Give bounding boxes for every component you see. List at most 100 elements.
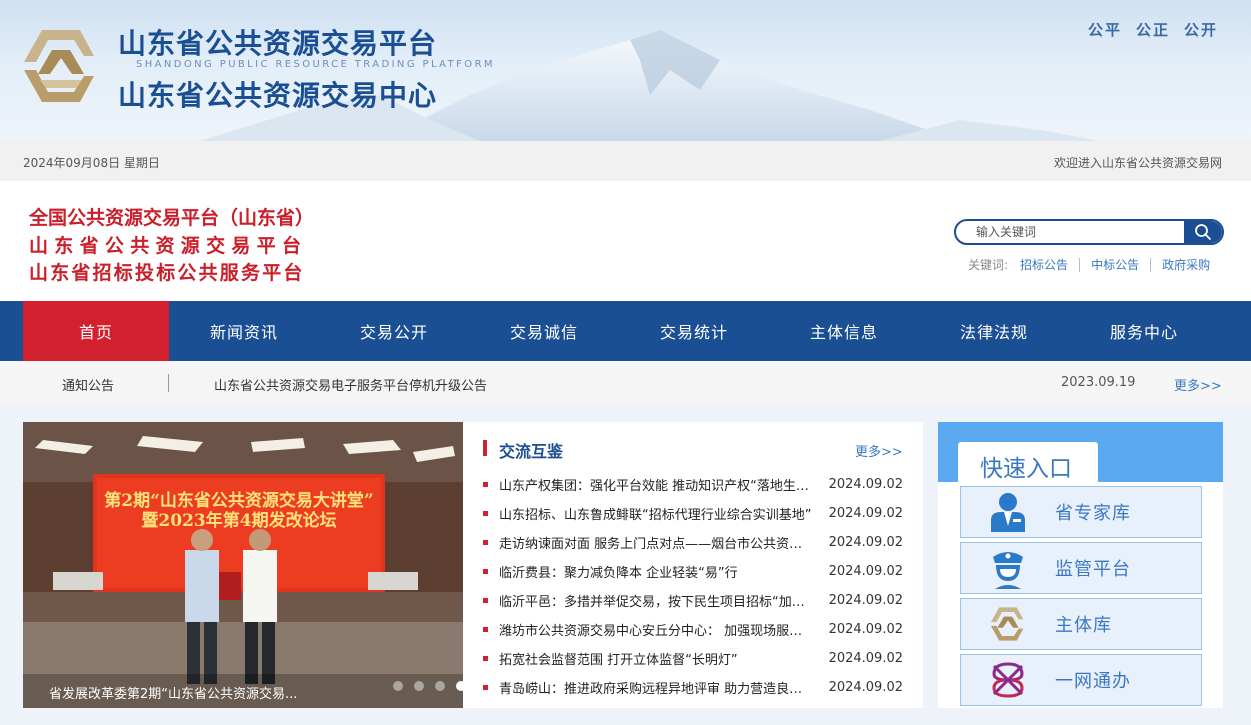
bullet-icon <box>483 685 488 690</box>
date-bar: 2024年09月08日 星期日 欢迎进入山东省公共资源交易网 <box>0 141 1251 181</box>
photo-slider[interactable]: 第2期“山东省公共资源交易大讲堂” 暨2023年第4期发改论坛 省发展改革委第2… <box>23 422 463 708</box>
quick-supervision-label: 监管平台 <box>1055 559 1131 580</box>
quick-entity-db-label: 主体库 <box>1055 615 1112 636</box>
slide-banner-title: 第2期“山东省公共资源交易大讲堂” <box>104 490 373 511</box>
search-button[interactable] <box>1184 221 1222 243</box>
nav-trade-public[interactable]: 交易公开 <box>319 301 469 361</box>
nav-service-center[interactable]: 服务中心 <box>1069 301 1219 361</box>
bullet-icon <box>483 598 488 603</box>
motto: 公平 公正 公开 <box>1088 19 1218 40</box>
search-icon <box>1195 224 1211 240</box>
quick-entry-title: 快速入口 <box>980 456 1072 482</box>
nav-trade-credit[interactable]: 交易诚信 <box>469 301 619 361</box>
news-item-date: 2024.09.02 <box>828 564 903 579</box>
bullet-icon <box>483 511 488 516</box>
bullet-icon <box>483 627 488 632</box>
nav-home[interactable]: 首页 <box>23 301 169 361</box>
quick-one-network-label: 一网通办 <box>1055 671 1131 692</box>
current-date: 2024年09月08日 星期日 <box>23 156 160 170</box>
list-item[interactable]: 青岛崂山：推进政府采购远程异地评审 助力营造良好环境 2024.09.02 <box>483 673 903 702</box>
keyword-award-notice[interactable]: 中标公告 <box>1080 257 1152 272</box>
one-network-icon <box>992 662 1024 698</box>
list-item[interactable]: 山东产权集团：强化平台效能 推动知识产权“落地生根” 2024.09.02 <box>483 470 903 499</box>
platform-header: 全国公共资源交易平台（山东省） 山东省公共资源交易平台 山东省招标投标公共服务平… <box>0 181 1251 301</box>
slider-dot-4-active[interactable] <box>456 681 463 691</box>
platform-names: 全国公共资源交易平台（山东省） 山东省公共资源交易平台 山东省招标投标公共服务平… <box>29 205 314 288</box>
news-item-title[interactable]: 山东招标、山东鲁成鲱联“招标代理行业综合实训基地” <box>499 504 812 523</box>
notice-label: 通知公告 <box>62 379 115 394</box>
list-item[interactable]: 走访纳谏面对面 服务上门点对点——烟台市公共资源交易中心 2024.09.02 <box>483 528 903 557</box>
platform-bidding-link[interactable]: 山东省招标投标公共服务平台 <box>29 260 314 288</box>
motto-open: 公开 <box>1183 21 1218 39</box>
nav-news[interactable]: 新闻资讯 <box>169 301 319 361</box>
keywords-label: 关键词: <box>968 258 1009 272</box>
slider-dot-3[interactable] <box>435 681 445 691</box>
bullet-icon <box>483 540 488 545</box>
news-item-title[interactable]: 山东产权集团：强化平台效能 推动知识产权“落地生根” <box>499 475 812 494</box>
bullet-icon <box>483 482 488 487</box>
slider-dot-2[interactable] <box>414 681 424 691</box>
list-item[interactable]: 临沂平邑：多措并举促交易，按下民生项目招标“加速键” 2024.09.02 <box>483 586 903 615</box>
quick-entry-panel: 快速入口 省专家库 监管平台 主体库 一网通办 <box>938 422 1223 708</box>
news-item-title[interactable]: 走访纳谏面对面 服务上门点对点——烟台市公共资源交易中心 <box>499 533 812 552</box>
keyword-gov-procurement[interactable]: 政府采购 <box>1151 258 1221 272</box>
list-item[interactable]: 潍坊市公共资源交易中心安丘分中心： 加强现场服务管理 2024.09.02 <box>483 615 903 644</box>
news-item-title[interactable]: 临沂平邑：多措并举促交易，按下民生项目招标“加速键” <box>499 591 812 610</box>
bullet-icon <box>483 656 488 661</box>
news-item-date: 2024.09.02 <box>828 506 903 521</box>
search-input[interactable] <box>956 221 1186 243</box>
news-item-date: 2024.09.02 <box>828 680 903 695</box>
motto-fair: 公平 <box>1087 21 1122 39</box>
news-item-title[interactable]: 潍坊市公共资源交易中心安丘分中心： 加强现场服务管理 <box>499 620 812 639</box>
welcome-text: 欢迎进入山东省公共资源交易网 <box>1053 156 1222 170</box>
news-item-title[interactable]: 青岛崂山：推进政府采购远程异地评审 助力营造良好环境 <box>499 678 812 697</box>
search-box <box>954 219 1224 245</box>
list-item[interactable]: 山东招标、山东鲁成鲱联“招标代理行业综合实训基地” 2024.09.02 <box>483 499 903 528</box>
news-panel: 交流互鉴 更多>> 山东产权集团：强化平台效能 推动知识产权“落地生根” 2024… <box>463 422 923 708</box>
slide-banner-subtitle: 暨2023年第4期发改论坛 <box>141 510 336 531</box>
nav-laws[interactable]: 法律法规 <box>919 301 1069 361</box>
section-marker <box>483 440 487 456</box>
quick-supervision-button[interactable]: 监管平台 <box>960 542 1202 594</box>
list-item[interactable]: 临沂费县：聚力减负降本 企业轻装“易”行 2024.09.02 <box>483 557 903 586</box>
site-title-platform: 山东省公共资源交易平台 <box>118 27 438 60</box>
quick-entity-db-button[interactable]: 主体库 <box>960 598 1202 650</box>
notice-date: 2023.09.19 <box>1061 375 1136 390</box>
list-item[interactable]: 拓宽社会监督范围 打开立体监督“长明灯” 2024.09.02 <box>483 644 903 673</box>
expert-icon <box>991 493 1025 532</box>
news-item-title[interactable]: 临沂费县：聚力减负降本 企业轻装“易”行 <box>499 562 812 581</box>
quick-expert-db-button[interactable]: 省专家库 <box>960 486 1202 538</box>
news-title: 交流互鉴 <box>499 442 564 461</box>
news-item-date: 2024.09.02 <box>828 651 903 666</box>
news-more-link[interactable]: 更多>> <box>855 441 903 460</box>
news-list: 山东产权集团：强化平台效能 推动知识产权“落地生根” 2024.09.02 山东招… <box>483 470 903 702</box>
news-item-date: 2024.09.02 <box>828 593 903 608</box>
platform-provincial-link[interactable]: 山东省公共资源交易平台 <box>29 233 314 261</box>
site-title-center: 山东省公共资源交易中心 <box>118 79 438 112</box>
nav-trade-stats[interactable]: 交易统计 <box>619 301 769 361</box>
slider-dots <box>393 681 463 691</box>
entity-logo-icon <box>990 607 1024 641</box>
quick-one-network-button[interactable]: 一网通办 <box>960 654 1202 706</box>
supervisor-icon <box>993 552 1023 589</box>
quick-expert-db-label: 省专家库 <box>1055 503 1131 524</box>
news-item-title[interactable]: 拓宽社会监督范围 打开立体监督“长明灯” <box>499 649 812 668</box>
keyword-bid-notice[interactable]: 招标公告 <box>1009 257 1081 272</box>
bullet-icon <box>483 569 488 574</box>
header-banner: 山东省公共资源交易平台 SHANDONG PUBLIC RESOURCE TRA… <box>0 0 1251 141</box>
news-item-date: 2024.09.02 <box>828 535 903 550</box>
slider-dot-1[interactable] <box>393 681 403 691</box>
news-item-date: 2024.09.02 <box>828 477 903 492</box>
site-title-english: SHANDONG PUBLIC RESOURCE TRADING PLATFOR… <box>136 59 495 70</box>
motto-just: 公正 <box>1135 21 1170 39</box>
news-item-date: 2024.09.02 <box>828 622 903 637</box>
slide-image: 第2期“山东省公共资源交易大讲堂” 暨2023年第4期发改论坛 <box>23 422 463 708</box>
nav-entity-info[interactable]: 主体信息 <box>769 301 919 361</box>
notice-link[interactable]: 山东省公共资源交易电子服务平台停机升级公告 <box>214 375 487 394</box>
platform-national-link[interactable]: 全国公共资源交易平台（山东省） <box>29 205 314 233</box>
main-nav: 首页 新闻资讯 交易公开 交易诚信 交易统计 主体信息 法律法规 服务中心 <box>0 301 1251 361</box>
slide-caption[interactable]: 省发展改革委第2期“山东省公共资源交易... <box>49 683 297 702</box>
notice-divider <box>168 374 169 392</box>
notice-more-link[interactable]: 更多>> <box>1174 375 1222 394</box>
notice-bar: 通知公告 山东省公共资源交易电子服务平台停机升级公告 2023.09.19 更多… <box>0 361 1251 404</box>
